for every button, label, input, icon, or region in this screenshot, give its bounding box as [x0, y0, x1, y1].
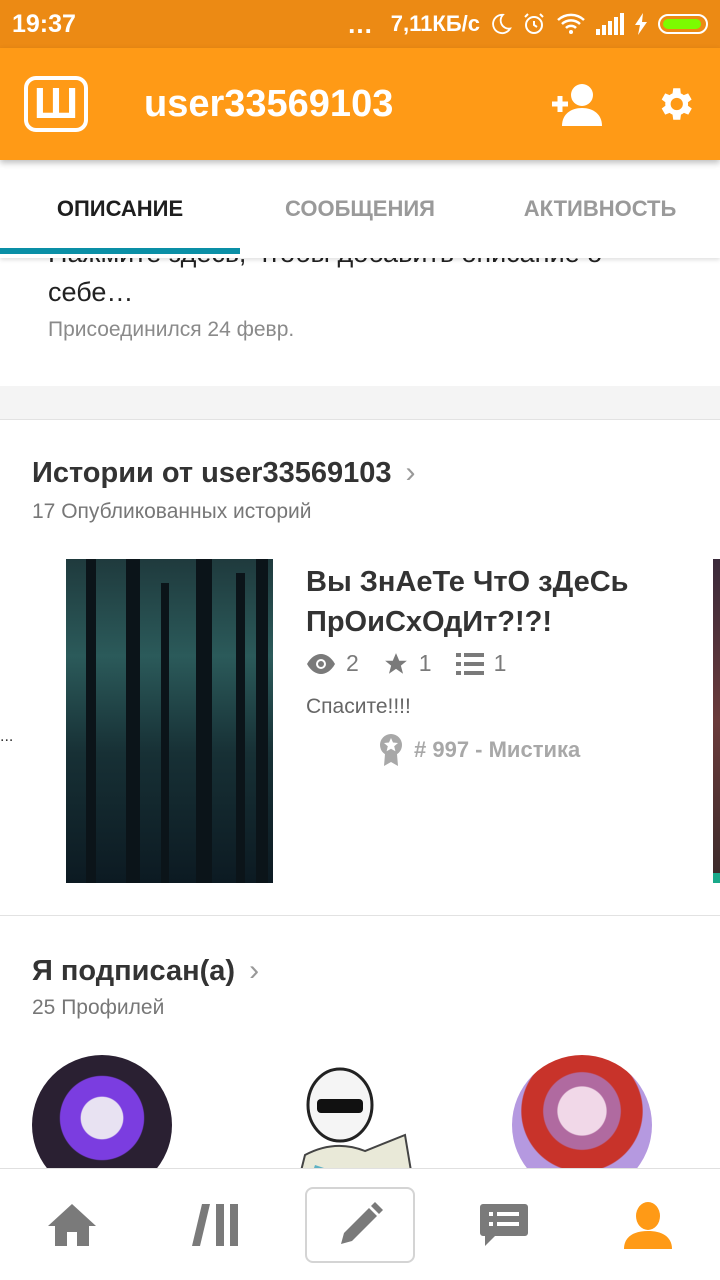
tab-description[interactable]: ОПИСАНИЕ [0, 160, 240, 258]
following-section-title[interactable]: Я подписан(а) › [32, 954, 259, 988]
bottom-navigation [0, 1168, 720, 1280]
eye-icon [307, 653, 335, 674]
ranking-text: # 997 - Мистика [414, 737, 581, 762]
nav-profile[interactable] [593, 1187, 703, 1263]
story-ranking: # 997 - Мистика [378, 733, 580, 767]
alarm-icon [524, 13, 544, 34]
library-icon [192, 1203, 238, 1246]
stories-count: 17 Опубликованных историй [32, 500, 312, 523]
chevron-right-icon: › [405, 456, 416, 489]
star-icon [384, 652, 407, 674]
list-icon [455, 652, 484, 675]
nav-write[interactable] [305, 1186, 415, 1263]
divider [0, 915, 720, 916]
stories-title-text: Истории от user33569103 [32, 456, 392, 489]
status-bar: 19:37 ... 7,11КБ/с [0, 0, 720, 48]
description-text: себе… [48, 277, 134, 307]
add-user-icon[interactable] [548, 82, 604, 126]
moon-icon [492, 13, 512, 35]
tab-activity[interactable]: АКТИВНОСТЬ [480, 160, 720, 258]
logo-letter: Ш [33, 79, 79, 128]
profile-icon [624, 1201, 672, 1249]
home-icon [48, 1203, 96, 1246]
wattpad-logo[interactable]: Ш [24, 76, 88, 132]
nav-home[interactable] [17, 1187, 127, 1263]
parts-stat: 1 [455, 650, 507, 677]
more-notifications-icon: ... [348, 8, 373, 39]
nav-messages[interactable] [449, 1187, 559, 1263]
network-speed: 7,11КБ/с [390, 11, 480, 36]
pencil-icon [341, 1201, 383, 1244]
story-cover-image[interactable] [66, 559, 273, 883]
wifi-icon [557, 13, 585, 34]
signal-icon [596, 13, 624, 35]
profile-username: user33569103 [144, 82, 394, 125]
settings-gear-icon[interactable] [654, 83, 696, 125]
stories-section-title[interactable]: Истории от user33569103 › [32, 456, 415, 490]
chevron-right-icon: › [249, 954, 260, 987]
profile-description[interactable]: Нажмите здесь, чтобы добавить описание о… [0, 236, 720, 386]
profile-tabs: ОПИСАНИЕ СООБЩЕНИЯ АКТИВНОСТЬ [0, 160, 720, 258]
votes-count: 1 [418, 650, 432, 676]
ranking-badge-icon [380, 734, 402, 766]
app-bar: Ш user33569103 [0, 48, 720, 160]
nav-library[interactable] [161, 1187, 271, 1263]
views-stat: 2 [306, 650, 359, 677]
views-count: 2 [346, 650, 359, 676]
section-separator [0, 386, 720, 420]
story-stats: 2 1 1 [306, 650, 520, 677]
app-bar-actions [548, 82, 696, 126]
status-indicators: ... 7,11КБ/с [348, 9, 708, 40]
next-story-card-edge[interactable] [713, 559, 720, 883]
previous-card-ellipsis: ... [0, 728, 14, 745]
tab-messages[interactable]: СООБЩЕНИЯ [240, 160, 480, 258]
story-title[interactable]: Вы ЗнАеТе ЧтО зДеСь ПрОиСхОдИт?!?! [306, 562, 686, 642]
charging-icon [635, 13, 647, 35]
following-title-text: Я подписан(а) [32, 954, 236, 987]
status-time: 19:37 [12, 9, 76, 38]
story-description: Спасите!!!! [306, 695, 411, 718]
messages-icon [480, 1203, 528, 1246]
parts-count: 1 [493, 650, 507, 676]
battery-icon [658, 14, 708, 34]
votes-stat: 1 [383, 650, 432, 677]
joined-date: Присоединился 24 февр. [48, 318, 295, 341]
following-count: 25 Профилей [32, 996, 165, 1019]
